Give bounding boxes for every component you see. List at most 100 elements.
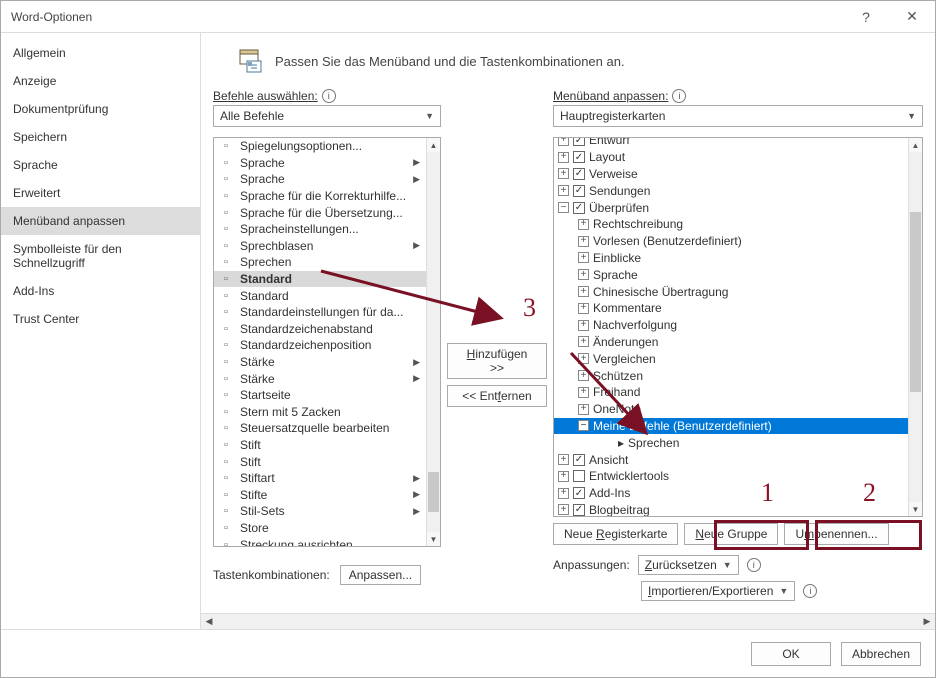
expander-icon[interactable]: + [578,353,589,364]
command-item[interactable]: ▫Store [214,520,426,537]
sidebar-item[interactable]: Dokumentprüfung [1,95,200,123]
expander-icon[interactable]: + [558,471,569,482]
ribbon-tree[interactable]: +✓Entwurf+✓Layout+✓Verweise+✓Sendungen−✓… [553,137,923,517]
expander-icon[interactable]: + [578,387,589,398]
tree-item[interactable]: +Sprache [554,266,908,283]
command-item[interactable]: ▫Spiegelungsoptionen... [214,138,426,155]
expander-icon[interactable]: + [578,336,589,347]
command-item[interactable]: ▫Stärke▶ [214,370,426,387]
scroll-down-icon[interactable]: ▼ [427,532,440,546]
expander-icon[interactable]: + [578,320,589,331]
scroll-left-icon[interactable]: ◀ [201,614,217,629]
checkbox[interactable]: ✓ [573,185,585,197]
commands-listbox[interactable]: ▫Spiegelungsoptionen... ▫Sprache▶ ▫Sprache… [213,137,441,547]
command-item[interactable]: ▫Stifte▶ [214,486,426,503]
sidebar-item[interactable]: Trust Center [1,305,200,333]
command-item[interactable]: ▫Startseite [214,387,426,404]
expander-icon[interactable]: + [558,504,569,515]
tree-item[interactable]: +✓Verweise [554,166,908,183]
new-group-button[interactable]: Neue Gruppe [684,523,778,545]
tree-item[interactable]: −✓Überprüfen [554,199,908,216]
command-item[interactable]: ▫Stift [214,437,426,454]
close-button[interactable]: ✕ [889,1,935,33]
import-export-dropdown[interactable]: Importieren/Exportieren▼ [641,581,795,601]
expander-icon[interactable]: + [578,370,589,381]
command-item[interactable]: ▫Sprache▶ [214,171,426,188]
checkbox[interactable]: ✓ [573,487,585,499]
command-item[interactable]: ▫Standardzeichenposition [214,337,426,354]
help-button[interactable]: ? [843,1,889,33]
expander-icon[interactable]: + [558,168,569,179]
remove-button[interactable]: << Entfernen [447,385,547,407]
info-icon[interactable]: i [747,558,761,572]
tree-item[interactable]: +Einblicke [554,250,908,267]
expander-icon[interactable]: − [578,420,589,431]
tree-item[interactable]: +✓Entwurf [554,137,908,149]
command-item[interactable]: ▫Standardeinstellungen für da... [214,304,426,321]
command-item[interactable]: ▫Stil-Sets▶ [214,503,426,520]
ribbon-dropdown[interactable]: Hauptregisterkarten ▼ [553,105,923,127]
command-item[interactable]: ▫Stiftart▶ [214,470,426,487]
tree-item[interactable]: +Schützen [554,367,908,384]
command-item[interactable]: ▫Stift [214,453,426,470]
new-tab-button[interactable]: Neue Registerkarte [553,523,678,545]
sidebar-item[interactable]: Allgemein [1,39,200,67]
checkbox[interactable]: ✓ [573,168,585,180]
scrollbar-vertical[interactable]: ▲ ▼ [908,138,922,516]
rename-button[interactable]: Umbenennen... [784,523,888,545]
tree-item[interactable]: +✓Blogbeitrag [554,502,908,516]
sidebar-item[interactable]: Add-Ins [1,277,200,305]
expander-icon[interactable]: + [558,185,569,196]
command-item[interactable]: ▫Stern mit 5 Zacken [214,404,426,421]
checkbox[interactable]: ✓ [573,504,585,516]
command-item[interactable]: ▫Standardzeichenabstand [214,321,426,338]
sidebar-item[interactable]: Sprache [1,151,200,179]
info-icon[interactable]: i [672,89,686,103]
tree-item[interactable]: +✓Sendungen [554,182,908,199]
command-item[interactable]: ▫Sprechen [214,254,426,271]
expander-icon[interactable]: + [558,454,569,465]
command-item[interactable]: ▫Standard [214,287,426,304]
checkbox[interactable]: ✓ [573,454,585,466]
ok-button[interactable]: OK [751,642,831,666]
scroll-right-icon[interactable]: ▶ [919,614,935,629]
cancel-button[interactable]: Abbrechen [841,642,921,666]
sidebar-item[interactable]: Speichern [1,123,200,151]
expander-icon[interactable]: + [578,303,589,314]
command-item[interactable]: ▫Sprechblasen▶ [214,238,426,255]
checkbox[interactable] [573,470,585,482]
command-item[interactable]: ▫Standard [214,271,426,288]
commands-dropdown[interactable]: Alle Befehle ▼ [213,105,441,127]
scroll-up-icon[interactable]: ▲ [427,138,440,152]
add-button[interactable]: Hinzufügen >> [447,343,547,379]
command-item[interactable]: ▫Spracheinstellungen... [214,221,426,238]
expander-icon[interactable]: + [578,219,589,230]
expander-icon[interactable]: + [578,252,589,263]
tree-item[interactable]: +OneNote [554,401,908,418]
customize-kbd-button[interactable]: Anpassen... [340,565,421,585]
tree-item[interactable]: +Chinesische Übertragung [554,283,908,300]
tree-item[interactable]: +✓Add-Ins [554,485,908,502]
tree-item[interactable]: +✓Ansicht [554,451,908,468]
command-item[interactable]: ▫Steuersatzquelle bearbeiten [214,420,426,437]
tree-item[interactable]: +Entwicklertools [554,468,908,485]
sidebar-item[interactable]: Erweitert [1,179,200,207]
scrollbar-vertical[interactable]: ▲ ▼ [426,138,440,546]
checkbox[interactable]: ✓ [573,137,585,146]
expander-icon[interactable]: + [558,488,569,499]
expander-icon[interactable]: + [578,236,589,247]
tree-item[interactable]: +Änderungen [554,334,908,351]
command-item[interactable]: ▫Streckung ausrichten [214,536,426,546]
scroll-down-icon[interactable]: ▼ [909,502,922,516]
expander-icon[interactable]: + [578,286,589,297]
sidebar-item[interactable]: Symbolleiste für den Schnellzugriff [1,235,200,277]
tree-item[interactable]: +Vergleichen [554,350,908,367]
command-item[interactable]: ▫Sprache für die Übersetzung... [214,204,426,221]
tree-item[interactable]: +✓Layout [554,149,908,166]
tree-item[interactable]: +Kommentare [554,300,908,317]
scroll-up-icon[interactable]: ▲ [909,138,922,152]
tree-item[interactable]: +Vorlesen (Benutzerdefiniert) [554,233,908,250]
scrollbar-horizontal[interactable]: ◀ ▶ [201,613,935,629]
info-icon[interactable]: i [803,584,817,598]
expander-icon[interactable]: − [558,202,569,213]
